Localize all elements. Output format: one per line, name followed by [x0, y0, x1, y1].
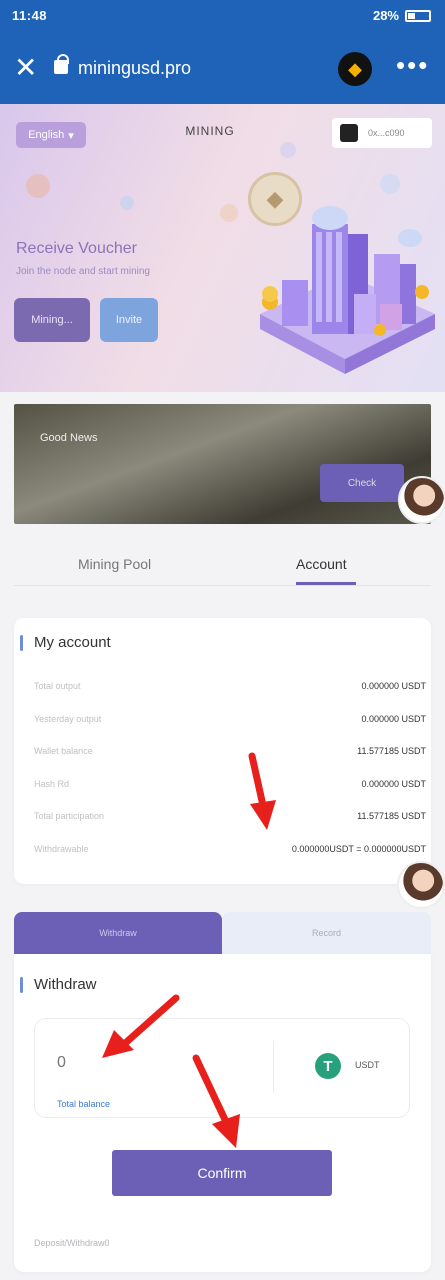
account-row-value: 11.577185 USDT	[357, 811, 426, 821]
account-row-value: 11.577185 USDT	[357, 746, 426, 756]
tab-mining-pool[interactable]: Mining Pool	[78, 556, 151, 572]
decor-dot	[220, 204, 238, 222]
tab-record[interactable]: Record	[222, 912, 431, 954]
tab-account[interactable]: Account	[296, 556, 347, 572]
account-row-value: 0.000000USDT = 0.000000USDT	[291, 844, 426, 854]
my-account-title: My account	[20, 634, 111, 651]
language-select[interactable]: English ▾	[16, 122, 86, 148]
city-illustration	[260, 206, 435, 374]
voucher-title: Receive Voucher	[16, 240, 137, 257]
decor-dot	[380, 174, 400, 194]
site-logo-icon[interactable]: ◆	[338, 52, 372, 86]
total-balance-link[interactable]: Total balance	[57, 1099, 110, 1109]
wallet-icon	[340, 124, 358, 142]
main-tabs: Mining Pool Account	[14, 540, 431, 586]
tab-active-indicator	[296, 582, 356, 585]
my-account-card: My account Total output 0.000000 USDT Ye…	[14, 618, 431, 884]
voucher-subtitle: Join the node and start mining	[16, 266, 150, 277]
hero-banner: English ▾ MINING 0x...c090 ◆ Receive Vou…	[0, 104, 445, 392]
withdraw-title: Withdraw	[20, 976, 97, 993]
account-row-label: Hash Rd	[34, 779, 70, 789]
chevron-down-icon: ▾	[68, 129, 74, 142]
more-menu-button[interactable]: •••	[396, 50, 429, 81]
account-row: Total participation 11.577185 USDT	[34, 811, 426, 827]
status-bar: 11:48 28%	[0, 0, 445, 34]
news-check-button[interactable]: Check	[320, 464, 404, 502]
withdraw-record-toggle: Withdraw Record	[14, 912, 431, 954]
divider	[273, 1041, 274, 1093]
invite-button[interactable]: Invite	[100, 298, 158, 342]
account-row-value: 0.000000 USDT	[361, 779, 426, 789]
tab-withdraw[interactable]: Withdraw	[14, 912, 222, 954]
support-avatar[interactable]	[397, 861, 445, 909]
decor-dot	[280, 142, 296, 158]
account-row: Hash Rd 0.000000 USDT	[34, 779, 426, 795]
browser-bar: ✕ miningusd.pro ◆ •••	[0, 34, 445, 104]
battery-icon	[405, 9, 431, 22]
news-banner[interactable]: Good News Check	[14, 404, 431, 524]
annotation-arrow	[192, 1054, 240, 1148]
decor-dot	[120, 196, 134, 210]
hero-title: MINING	[185, 124, 235, 138]
account-row: Wallet balance 11.577185 USDT	[34, 746, 426, 762]
close-icon[interactable]: ✕	[14, 54, 37, 82]
wallet-chip[interactable]: 0x...c090	[332, 118, 432, 148]
account-row-value: 0.000000 USDT	[361, 681, 426, 691]
account-row-label: Yesterday output	[34, 714, 102, 724]
account-row: Total output 0.000000 USDT	[34, 681, 426, 697]
account-row: Yesterday output 0.000000 USDT	[34, 714, 426, 730]
status-right: 28%	[373, 8, 431, 23]
tether-icon: T	[315, 1053, 341, 1079]
annotation-arrow	[102, 994, 180, 1058]
account-row-value: 0.000000 USDT	[361, 714, 426, 724]
lock-icon	[54, 54, 69, 74]
confirm-button[interactable]: Confirm	[112, 1150, 332, 1196]
battery-percent: 28%	[372, 8, 399, 23]
currency-label: USDT	[355, 1060, 380, 1070]
language-label: English	[28, 129, 65, 141]
wallet-address: 0x...c090	[368, 128, 405, 138]
account-row: Withdrawable 0.000000USDT = 0.000000USDT	[34, 844, 426, 860]
decor-dot	[26, 174, 50, 198]
news-title: Good News	[40, 432, 98, 444]
account-row-label: Withdrawable	[34, 844, 89, 854]
status-time: 11:48	[12, 8, 48, 23]
deposit-withdraw-note: Deposit/Withdraw0	[34, 1238, 110, 1248]
account-row-label: Wallet balance	[34, 746, 93, 756]
support-avatar[interactable]	[398, 476, 445, 524]
url-text: miningusd.pro	[78, 58, 192, 78]
account-row-label: Total output	[34, 681, 81, 691]
mining-button[interactable]: Mining...	[14, 298, 90, 342]
account-row-label: Total participation	[34, 811, 105, 821]
annotation-arrow	[248, 752, 276, 830]
